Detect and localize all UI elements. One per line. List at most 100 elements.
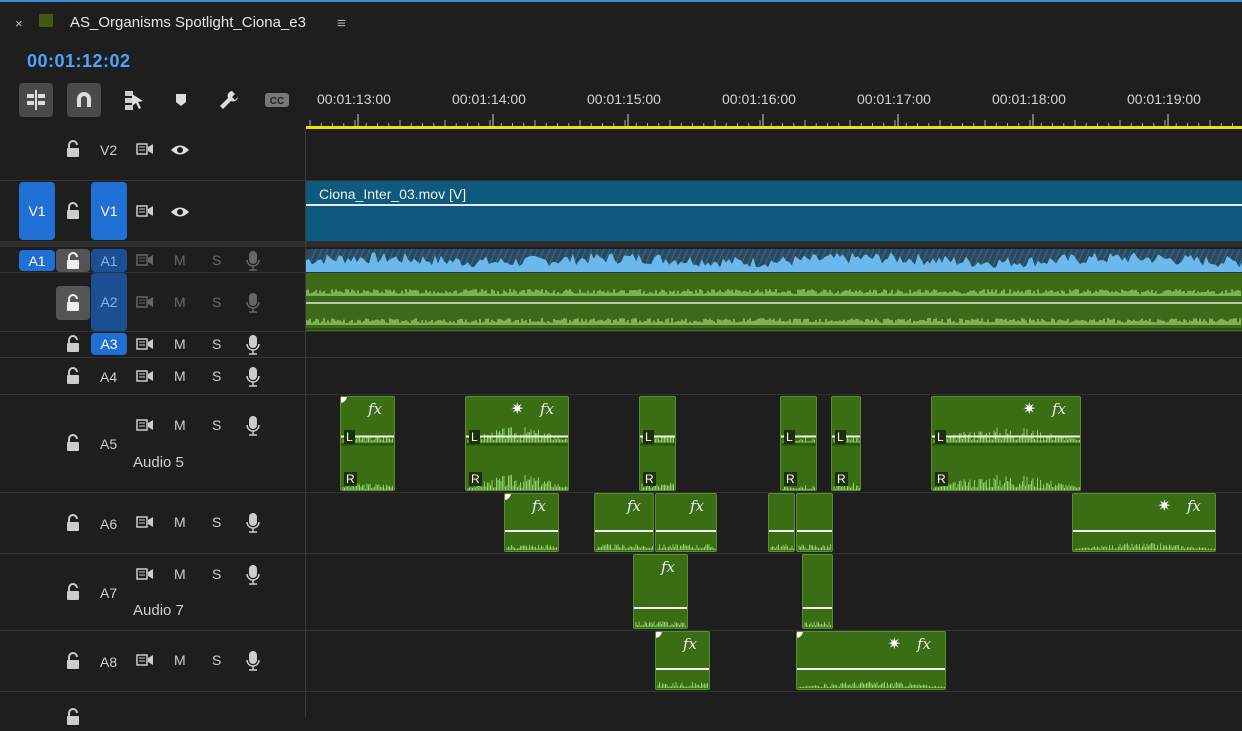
mute-button[interactable]: M [174, 368, 186, 384]
audio-clip[interactable]: LR [639, 396, 676, 491]
audio-clip[interactable]: fx [655, 493, 717, 552]
track-target-a2[interactable]: A2 [91, 273, 127, 331]
lock-icon[interactable] [65, 708, 81, 731]
sync-lock-icon[interactable] [136, 141, 154, 162]
solo-button[interactable]: S [212, 566, 221, 582]
lock-icon[interactable] [65, 140, 81, 163]
sync-lock-icon[interactable] [136, 566, 154, 587]
audio-clip[interactable]: fx ✷ L R [931, 396, 1081, 491]
voice-over-record-icon[interactable] [246, 292, 260, 319]
fx-badge-icon[interactable]: fx [368, 400, 382, 418]
mute-button[interactable]: M [174, 566, 186, 582]
lock-icon[interactable] [65, 434, 81, 457]
lock-icon[interactable] [65, 583, 81, 606]
audio-clip[interactable]: fx [655, 631, 710, 690]
audio-clip[interactable] [768, 493, 795, 552]
linked-selection-button[interactable] [117, 83, 151, 117]
lock-icon[interactable] [65, 202, 81, 225]
sync-lock-icon[interactable] [136, 252, 154, 273]
audio-clip-a2[interactable] [306, 273, 1242, 331]
timeline-settings-button[interactable] [212, 83, 246, 117]
audio-clip[interactable]: fx ✷ [796, 631, 946, 690]
mute-button[interactable]: M [174, 417, 186, 433]
audio-clip[interactable]: fx [633, 554, 688, 629]
audio-clip[interactable]: fx ✷ L R [465, 396, 569, 491]
mute-button[interactable]: M [174, 252, 186, 268]
source-patch-v1[interactable]: V1 [19, 182, 55, 240]
mute-button[interactable]: M [174, 652, 186, 668]
lock-icon[interactable] [65, 652, 81, 675]
panel-menu-icon[interactable]: ≡ [337, 15, 346, 32]
voice-over-record-icon[interactable] [246, 366, 260, 393]
mute-button[interactable]: M [174, 514, 186, 530]
track-name-a4[interactable]: A4 [100, 369, 117, 385]
insert-overwrite-button[interactable] [19, 83, 53, 117]
sync-lock-icon[interactable] [136, 514, 154, 535]
audio-clip[interactable] [802, 554, 833, 629]
audio-clip[interactable]: fx [594, 493, 654, 552]
solo-button[interactable]: S [212, 652, 221, 668]
eye-icon[interactable] [170, 143, 190, 162]
eye-icon[interactable] [170, 205, 190, 224]
solo-button[interactable]: S [212, 417, 221, 433]
lock-icon[interactable] [65, 514, 81, 537]
fx-badge-icon[interactable]: fx [540, 400, 554, 418]
source-patch-a1[interactable]: A1 [19, 250, 55, 271]
captions-button[interactable]: CC [260, 83, 294, 117]
track-name-a5[interactable]: A5 [100, 436, 117, 452]
sync-lock-icon[interactable] [136, 294, 154, 315]
track-name-a8[interactable]: A8 [100, 654, 117, 670]
mute-button[interactable]: M [174, 336, 186, 352]
audio-clip[interactable]: LR [831, 396, 861, 491]
track-title-a5[interactable]: Audio 5 [133, 454, 184, 471]
track-target-a1[interactable]: A1 [91, 249, 127, 272]
solo-button[interactable]: S [212, 368, 221, 384]
solo-button[interactable]: S [212, 336, 221, 352]
lock-icon[interactable] [65, 294, 81, 317]
add-marker-button[interactable] [164, 83, 198, 117]
fx-badge-icon[interactable]: fx [1187, 497, 1201, 515]
sync-lock-icon[interactable] [136, 417, 154, 438]
solo-button[interactable]: S [212, 514, 221, 530]
track-name-a6[interactable]: A6 [100, 516, 117, 532]
sync-lock-icon[interactable] [136, 336, 154, 357]
sequence-tab-title[interactable]: AS_Organisms Spotlight_Ciona_e3 [70, 14, 306, 31]
audio-clip[interactable] [796, 493, 833, 552]
lock-icon[interactable] [65, 335, 81, 358]
lock-icon[interactable] [65, 252, 81, 275]
solo-button[interactable]: S [212, 294, 221, 310]
fx-badge-icon[interactable]: fx [661, 558, 675, 576]
fx-badge-icon[interactable]: fx [917, 635, 931, 653]
audio-clip[interactable]: fx L R [340, 396, 395, 491]
fx-badge-icon[interactable]: fx [627, 497, 641, 515]
snap-button[interactable] [67, 83, 101, 117]
voice-over-record-icon[interactable] [246, 334, 260, 361]
playhead-timecode[interactable]: 00:01:12:02 [27, 51, 131, 72]
sync-lock-icon[interactable] [136, 368, 154, 389]
voice-over-record-icon[interactable] [246, 564, 260, 591]
close-tab-button[interactable]: × [15, 16, 23, 31]
fx-badge-icon[interactable]: fx [1052, 400, 1066, 418]
work-area-bar[interactable] [306, 126, 1242, 129]
mute-button[interactable]: M [174, 294, 186, 310]
fx-badge-icon[interactable]: fx [532, 497, 546, 515]
audio-clip[interactable]: fx ✷ [1072, 493, 1216, 552]
audio-clip[interactable]: fx [504, 493, 559, 552]
sync-lock-icon[interactable] [136, 652, 154, 673]
voice-over-record-icon[interactable] [246, 250, 260, 277]
track-target-a3[interactable]: A3 [91, 333, 127, 355]
track-target-v1[interactable]: V1 [91, 182, 127, 240]
lock-icon[interactable] [65, 367, 81, 390]
sync-lock-icon[interactable] [136, 203, 154, 224]
audio-clip[interactable]: LR [780, 396, 817, 491]
video-clip[interactable]: Ciona_Inter_03.mov [V] [306, 181, 1242, 241]
audio-clip-a1[interactable] [306, 249, 1242, 272]
fx-badge-icon[interactable]: fx [683, 635, 697, 653]
voice-over-record-icon[interactable] [246, 512, 260, 539]
solo-button[interactable]: S [212, 252, 221, 268]
track-name-v2[interactable]: V2 [100, 142, 117, 158]
voice-over-record-icon[interactable] [246, 650, 260, 677]
fx-badge-icon[interactable]: fx [690, 497, 704, 515]
voice-over-record-icon[interactable] [246, 415, 260, 442]
track-name-a7[interactable]: A7 [100, 585, 117, 601]
